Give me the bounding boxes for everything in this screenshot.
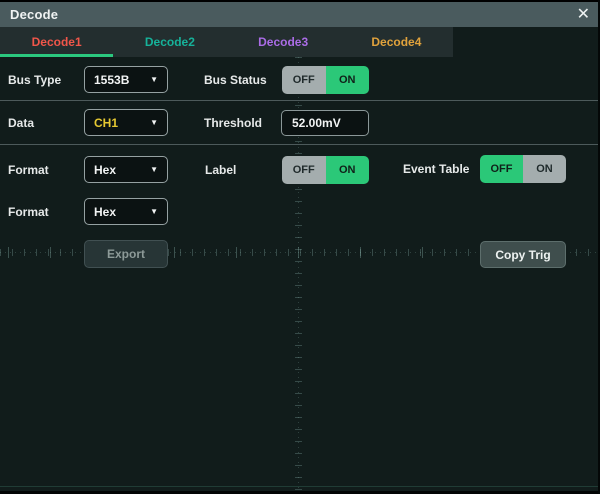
chevron-down-icon: ▼ xyxy=(150,165,158,174)
threshold-label: Threshold xyxy=(204,109,262,137)
tab-decode3[interactable]: Decode3 xyxy=(227,27,340,57)
decode-dialog: Decode ✕ Decode1Decode2Decode3Decode4 Bu… xyxy=(0,0,600,494)
copy-trig-button-label: Copy Trig xyxy=(495,248,550,262)
chevron-down-icon: ▼ xyxy=(150,207,158,216)
tab-decode4[interactable]: Decode4 xyxy=(340,27,453,57)
bus-status-label: Bus Status xyxy=(204,66,267,94)
bus-type-label: Bus Type xyxy=(8,66,61,94)
waveform-baseline xyxy=(0,486,600,487)
row-separator xyxy=(0,100,600,101)
format-value: Hex xyxy=(94,163,116,177)
bus-status-off[interactable]: OFF xyxy=(282,66,326,94)
title-bar: Decode ✕ xyxy=(0,2,600,27)
bus-type-value: 1553B xyxy=(94,73,129,87)
tab-decode2[interactable]: Decode2 xyxy=(113,27,226,57)
format-label: Format xyxy=(8,156,49,184)
close-icon[interactable]: ✕ xyxy=(577,7,590,23)
label-toggle[interactable]: OFF ON xyxy=(282,156,369,184)
export-button-label: Export xyxy=(107,247,145,261)
row-separator xyxy=(0,144,600,145)
tab-strip: Decode1Decode2Decode3Decode4 xyxy=(0,27,453,57)
chevron-down-icon: ▼ xyxy=(150,75,158,84)
threshold-value: 52.00mV xyxy=(292,116,341,130)
label-on[interactable]: ON xyxy=(326,156,370,184)
event-table-off[interactable]: OFF xyxy=(480,155,523,183)
event-table-on[interactable]: ON xyxy=(523,155,566,183)
format2-dropdown[interactable]: Hex ▼ xyxy=(84,198,168,225)
threshold-input[interactable]: 52.00mV xyxy=(281,110,369,136)
format-dropdown[interactable]: Hex ▼ xyxy=(84,156,168,183)
label-off[interactable]: OFF xyxy=(282,156,326,184)
event-table-label: Event Table xyxy=(403,155,469,183)
label-toggle-label: Label xyxy=(205,156,236,184)
format2-label: Format xyxy=(8,198,49,226)
tab-decode1[interactable]: Decode1 xyxy=(0,27,113,57)
chevron-down-icon: ▼ xyxy=(150,118,158,127)
bus-status-toggle[interactable]: OFF ON xyxy=(282,66,369,94)
dialog-title: Decode xyxy=(10,7,58,22)
event-table-toggle[interactable]: OFF ON xyxy=(480,155,566,183)
format2-value: Hex xyxy=(94,205,116,219)
copy-trig-button[interactable]: Copy Trig xyxy=(480,241,566,268)
export-button[interactable]: Export xyxy=(84,240,168,268)
data-label: Data xyxy=(8,109,34,137)
data-source-value: CH1 xyxy=(94,116,118,130)
bus-status-on[interactable]: ON xyxy=(326,66,370,94)
bus-type-dropdown[interactable]: 1553B ▼ xyxy=(84,66,168,93)
data-source-dropdown[interactable]: CH1 ▼ xyxy=(84,109,168,136)
